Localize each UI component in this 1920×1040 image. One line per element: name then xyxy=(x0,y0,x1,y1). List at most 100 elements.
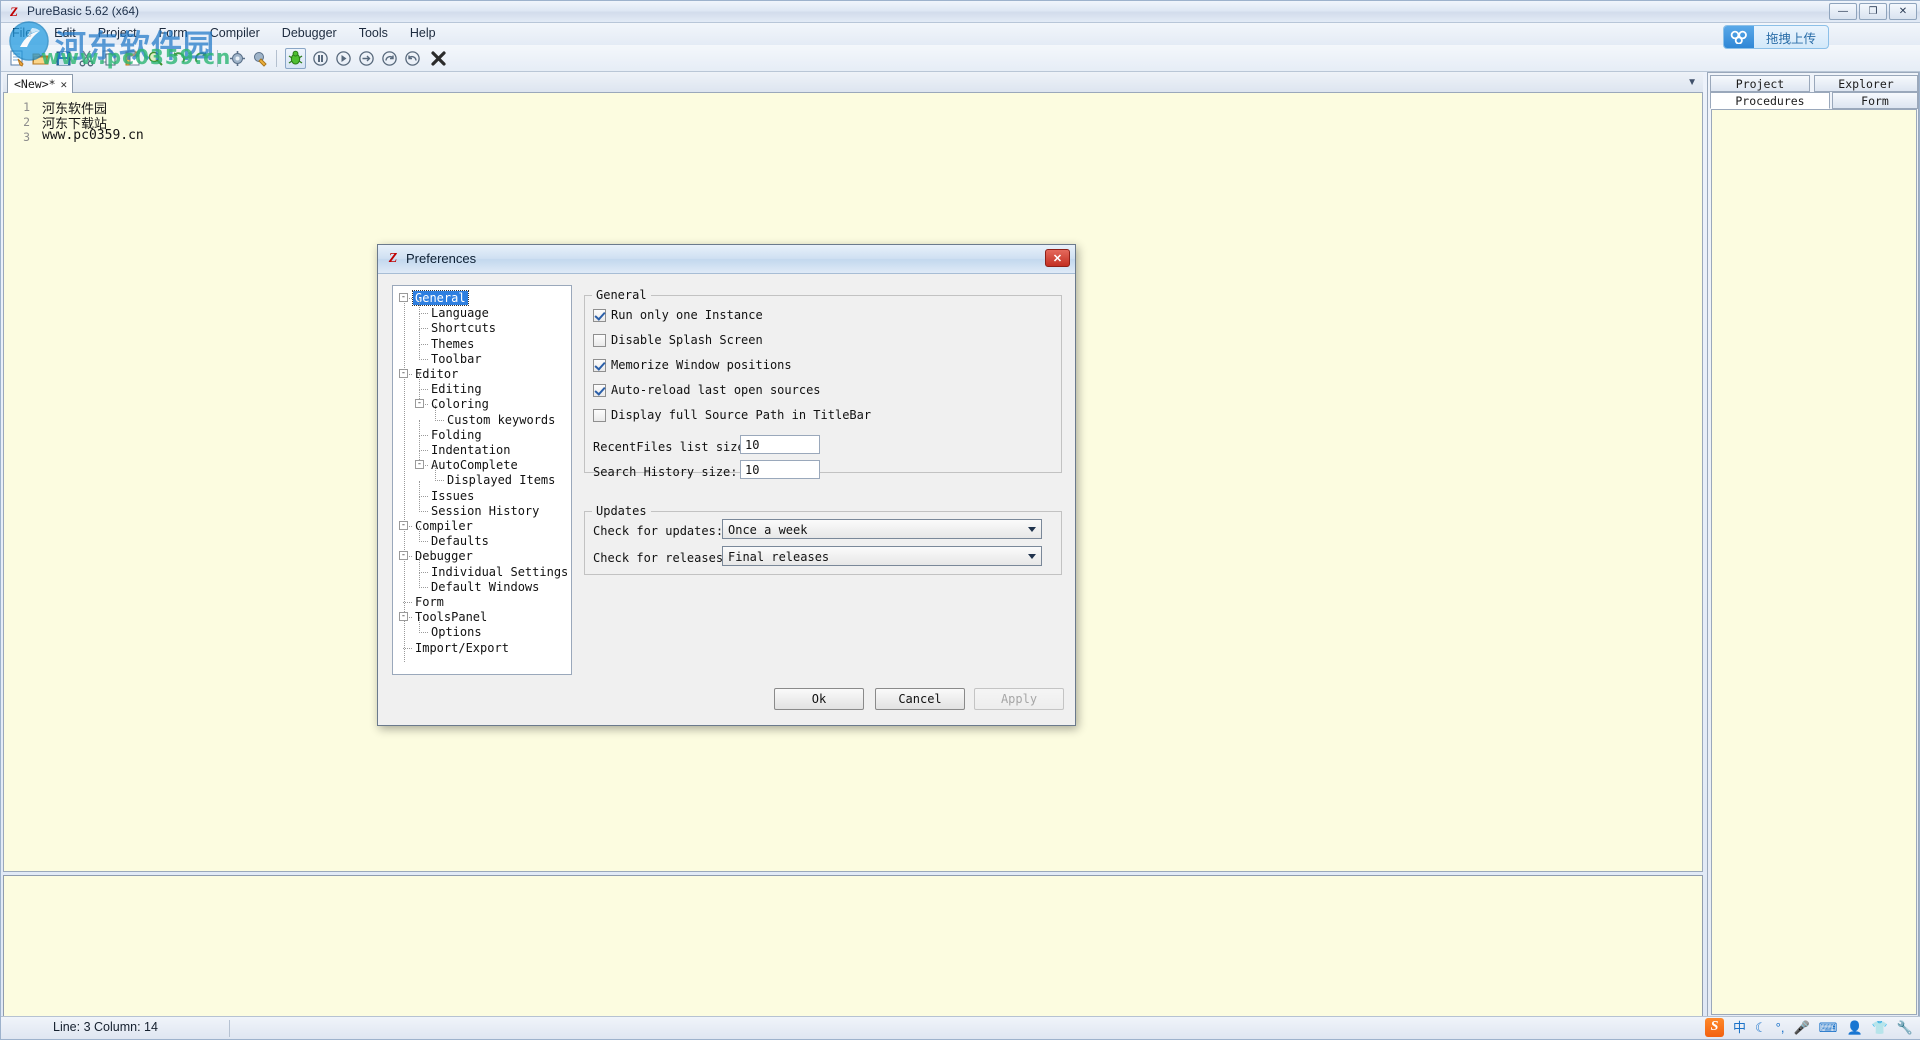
stop-icon[interactable] xyxy=(428,48,449,69)
procedures-list[interactable] xyxy=(1711,109,1917,1015)
tree-expander-toggle[interactable]: - xyxy=(399,293,408,302)
tab-form[interactable]: Form xyxy=(1832,92,1918,109)
undo-icon[interactable] xyxy=(168,48,189,69)
tree-item-toolspanel[interactable]: ToolsPanel xyxy=(413,610,489,624)
check-for-updates-value: Once a week xyxy=(728,523,808,537)
punctuation-icon[interactable]: °, xyxy=(1776,1021,1785,1034)
toolbox-icon[interactable]: 🔧 xyxy=(1897,1021,1913,1034)
menu-item-edit[interactable]: Edit xyxy=(43,23,87,45)
tree-item-issues[interactable]: Issues xyxy=(429,489,476,503)
tree-item-debugger[interactable]: Debugger xyxy=(413,549,475,563)
tree-item-form[interactable]: Form xyxy=(413,595,446,609)
tree-item-individual-settings[interactable]: Individual Settings xyxy=(429,565,570,579)
step-out-icon[interactable] xyxy=(402,48,423,69)
step-over-icon[interactable] xyxy=(356,48,377,69)
tree-item-displayed-items[interactable]: Displayed Items xyxy=(445,473,557,487)
paste-icon[interactable] xyxy=(122,48,143,69)
pause-icon[interactable] xyxy=(310,48,331,69)
output-panel[interactable] xyxy=(3,875,1703,1018)
tree-item-session-history[interactable]: Session History xyxy=(429,504,541,518)
menu-item-form[interactable]: Form xyxy=(148,23,199,45)
tree-item-language[interactable]: Language xyxy=(429,306,491,320)
ok-button[interactable]: Ok xyxy=(774,688,864,710)
editor-tab-new[interactable]: <New>* ✕ xyxy=(7,74,74,94)
chevron-down-icon[interactable]: ▼ xyxy=(1687,77,1697,88)
open-file-icon[interactable] xyxy=(30,48,51,69)
menu-item-debugger[interactable]: Debugger xyxy=(271,23,348,45)
moon-icon[interactable]: ☾ xyxy=(1755,1021,1767,1034)
dialog-close-button[interactable]: ✕ xyxy=(1045,249,1070,267)
tree-item-toolbar[interactable]: Toolbar xyxy=(429,352,484,366)
chinese-mode-icon[interactable]: 中 xyxy=(1733,1021,1746,1034)
menu-item-tools[interactable]: Tools xyxy=(348,23,399,45)
user-icon[interactable]: 👤 xyxy=(1846,1021,1862,1034)
skin-icon[interactable]: 👕 xyxy=(1872,1021,1888,1034)
close-icon[interactable]: ✕ xyxy=(61,78,68,91)
tree-item-editor[interactable]: Editor xyxy=(413,367,460,381)
close-button[interactable]: ✕ xyxy=(1889,3,1917,20)
tree-item-defaults[interactable]: Defaults xyxy=(429,534,491,548)
recentfiles-list-size-input[interactable]: 10 xyxy=(740,435,820,454)
checkbox-display-full-source-path[interactable]: Display full Source Path in TitleBar xyxy=(593,408,871,422)
minimize-button[interactable]: — xyxy=(1829,3,1857,20)
save-file-icon[interactable] xyxy=(53,48,74,69)
tree-expander-toggle[interactable]: - xyxy=(399,612,408,622)
menu-item-file[interactable]: File xyxy=(1,23,43,45)
tree-expander-toggle[interactable]: - xyxy=(399,369,408,378)
tab-explorer[interactable]: Explorer xyxy=(1814,75,1918,92)
drag-upload-widget[interactable]: 拖拽上传 xyxy=(1722,25,1829,49)
tab-project[interactable]: Project xyxy=(1710,75,1810,92)
cloud-upload-icon xyxy=(1723,26,1754,48)
tree-item-label: Defaults xyxy=(431,534,489,549)
redo-icon[interactable] xyxy=(191,48,212,69)
check-for-releases-select[interactable]: Final releases xyxy=(722,546,1042,566)
tree-guide-line xyxy=(435,404,436,421)
tree-item-default-windows[interactable]: Default Windows xyxy=(429,580,541,594)
tree-item-general[interactable]: General xyxy=(412,290,469,306)
menu-item-compiler[interactable]: Compiler xyxy=(199,23,271,45)
soft-keyboard-icon[interactable]: ⌨ xyxy=(1819,1021,1838,1034)
cut-icon[interactable] xyxy=(76,48,97,69)
tree-expander-toggle[interactable]: - xyxy=(415,399,424,409)
check-for-updates-select[interactable]: Once a week xyxy=(722,519,1042,539)
tab-procedures[interactable]: Procedures xyxy=(1710,92,1830,109)
menu-item-project[interactable]: Project xyxy=(87,23,148,45)
tree-item-autocomplete[interactable]: AutoComplete xyxy=(429,458,520,472)
tree-item-compiler[interactable]: Compiler xyxy=(413,519,475,533)
sogou-logo-icon[interactable]: S xyxy=(1705,1017,1724,1037)
cancel-button[interactable]: Cancel xyxy=(875,688,965,710)
find-icon[interactable] xyxy=(145,48,166,69)
tree-item-folding[interactable]: Folding xyxy=(429,428,484,442)
preferences-tree[interactable]: - General Language Shortcuts Themes Toolbar - E… xyxy=(392,285,572,675)
new-file-icon[interactable] xyxy=(7,48,28,69)
tree-expander-toggle[interactable]: - xyxy=(399,521,408,530)
voice-input-icon[interactable]: 🎤 xyxy=(1793,1021,1809,1034)
tree-item-options[interactable]: Options xyxy=(429,625,484,639)
tree-item-coloring[interactable]: Coloring xyxy=(429,397,491,411)
tree-item-label: Issues xyxy=(431,488,475,503)
search-history-size-input[interactable]: 10 xyxy=(740,460,820,479)
tree-item-indentation[interactable]: Indentation xyxy=(429,443,512,457)
cursor-position-status: Line: 3 Column: 14 xyxy=(53,1020,158,1034)
checkbox-disable-splash-screen[interactable]: Disable Splash Screen xyxy=(593,333,763,347)
tree-item-editing[interactable]: Editing xyxy=(429,382,484,396)
checkbox-run-only-one-instance[interactable]: Run only one Instance xyxy=(593,308,763,322)
tree-item-themes[interactable]: Themes xyxy=(429,337,476,351)
checkbox-auto-reload-last-open-sources[interactable]: Auto-reload last open sources xyxy=(593,383,821,397)
tree-item-custom-keywords[interactable]: Custom keywords xyxy=(445,413,557,427)
checkbox-memorize-window-positions[interactable]: Memorize Window positions xyxy=(593,358,792,372)
copy-icon[interactable] xyxy=(99,48,120,69)
tree-connector-line xyxy=(419,313,428,315)
menu-item-help[interactable]: Help xyxy=(399,23,447,45)
restore-button[interactable]: ❐ xyxy=(1859,3,1887,20)
compiler-options-icon[interactable] xyxy=(227,48,248,69)
build-icon[interactable] xyxy=(250,48,271,69)
continue-icon[interactable] xyxy=(333,48,354,69)
tree-item-import-export[interactable]: Import/Export xyxy=(413,641,511,655)
tree-expander-toggle[interactable]: - xyxy=(415,460,424,470)
tree-item-label: AutoComplete xyxy=(431,458,518,473)
step-into-icon[interactable] xyxy=(379,48,400,69)
run-debug-icon[interactable] xyxy=(285,48,306,69)
tree-expander-toggle[interactable]: - xyxy=(399,551,408,561)
tree-item-shortcuts[interactable]: Shortcuts xyxy=(429,321,498,335)
